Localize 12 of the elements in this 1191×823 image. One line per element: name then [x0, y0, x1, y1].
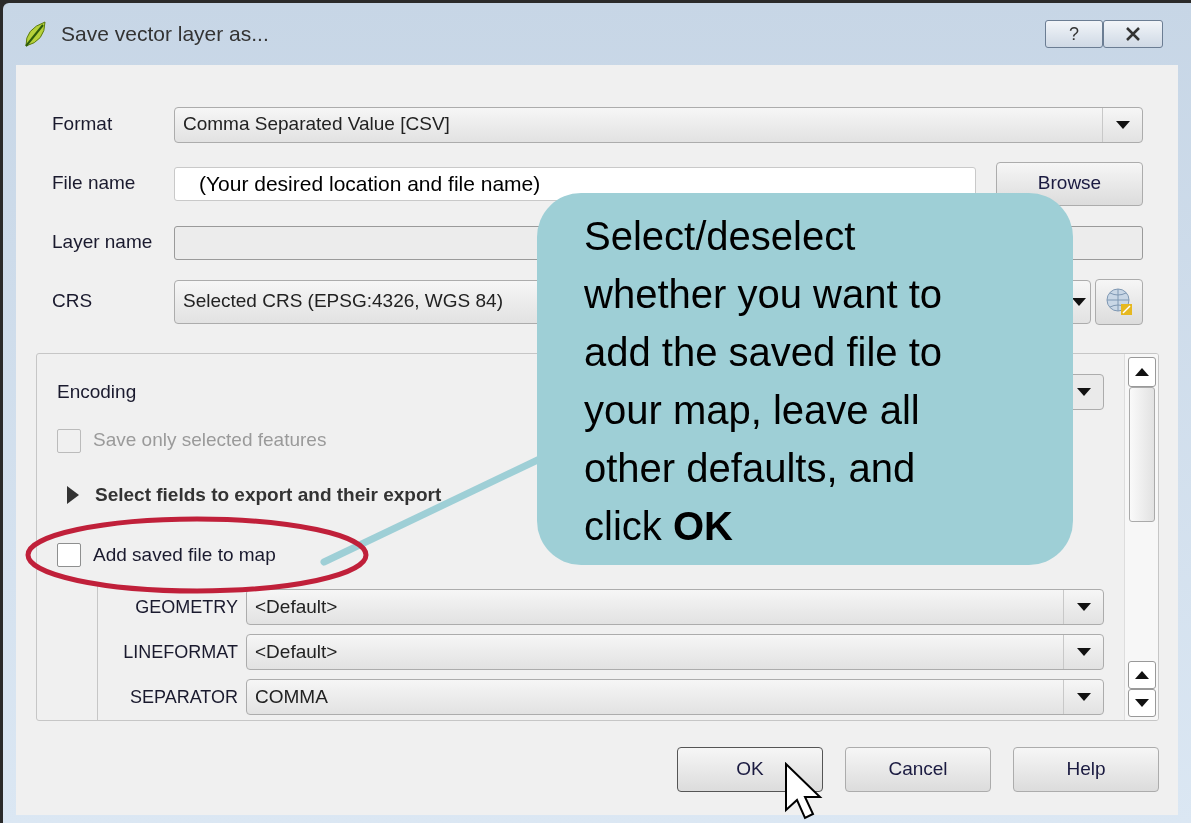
field-label: Layer name — [52, 230, 154, 255]
option-label: GEOMETRY — [134, 596, 239, 619]
field-label: CRS — [52, 289, 94, 314]
checkbox-label: Save only selected features — [93, 428, 327, 453]
checkbox-label: Add saved file to map — [93, 542, 276, 567]
window-title: Save vector layer as... — [61, 21, 270, 48]
option-label: LINEFORMAT — [122, 641, 239, 664]
option-label: SEPARATOR — [128, 686, 239, 709]
callout-tooltip: Select/deselect whether you want to add the saved file to your map, leave all other defaults, and click OK — [537, 193, 1073, 565]
field-label: File name — [52, 171, 137, 196]
field-label: Format — [52, 112, 114, 137]
encoding-label: Encoding — [57, 379, 138, 404]
